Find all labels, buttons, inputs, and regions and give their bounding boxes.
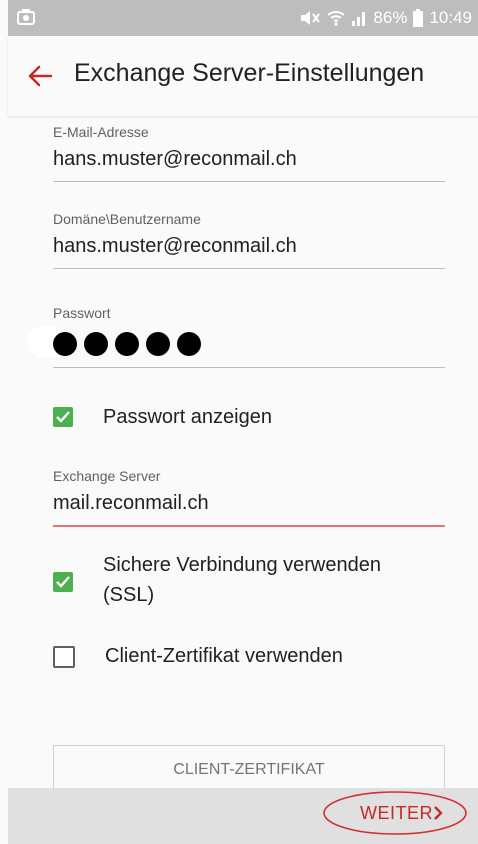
bottom-bar: WEITER (8, 788, 478, 844)
ssl-checkbox[interactable] (53, 572, 73, 592)
page-title: Exchange Server-Einstellungen (74, 59, 425, 87)
email-field[interactable]: E-Mail-Adresse hans.muster@reconmail.ch (53, 124, 445, 182)
battery-percent: 86% (373, 8, 408, 27)
signal-icon (351, 10, 367, 26)
password-dot (146, 332, 170, 356)
chevron-right-icon (434, 806, 443, 820)
client-cert-checkbox[interactable] (53, 646, 75, 668)
username-field[interactable]: Domäne\Benutzername hans.muster@reconmai… (53, 211, 445, 269)
email-underline (53, 181, 445, 182)
clock: 10:49 (429, 8, 472, 27)
back-arrow-icon[interactable] (26, 62, 54, 90)
password-input[interactable] (27, 325, 445, 359)
mute-icon (299, 9, 321, 27)
client-cert-label: Client-Zertifikat verwenden (105, 645, 343, 667)
password-dot (84, 332, 108, 356)
ssl-label: Sichere Verbindung verwenden (SSL) (103, 550, 381, 610)
password-dot (115, 332, 139, 356)
next-label: WEITER (360, 803, 433, 823)
username-input[interactable]: hans.muster@reconmail.ch (53, 235, 445, 258)
server-field[interactable]: Exchange Server mail.reconmail.ch (53, 468, 445, 527)
show-password-row[interactable]: Passwort anzeigen (53, 402, 272, 432)
username-label: Domäne\Benutzername (53, 211, 201, 227)
ssl-label-line1: Sichere Verbindung verwenden (103, 554, 381, 576)
password-underline (53, 367, 445, 368)
wifi-icon (327, 9, 346, 27)
ssl-label-line2: (SSL) (103, 584, 155, 606)
settings-form: E-Mail-Adresse hans.muster@reconmail.ch … (8, 116, 478, 788)
email-input[interactable]: hans.muster@reconmail.ch (53, 148, 445, 171)
battery-icon (413, 9, 424, 27)
app-bar: Exchange Server-Einstellungen (8, 36, 478, 116)
server-label: Exchange Server (53, 468, 161, 484)
client-certificate-button[interactable]: CLIENT-ZERTIFIKAT (53, 745, 445, 788)
notification-icon (17, 9, 35, 25)
checkmark-icon (56, 411, 70, 423)
show-password-label: Passwort anzeigen (103, 406, 272, 428)
server-underline (53, 525, 445, 527)
password-label: Passwort (53, 305, 111, 321)
email-label: E-Mail-Adresse (53, 124, 149, 140)
password-dot (177, 332, 201, 356)
client-cert-row[interactable]: Client-Zertifikat verwenden (53, 641, 343, 671)
password-dot (53, 332, 77, 356)
next-button[interactable]: WEITER (322, 790, 468, 836)
ssl-row[interactable]: Sichere Verbindung verwenden (SSL) (53, 550, 381, 610)
server-input[interactable]: mail.reconmail.ch (53, 492, 445, 515)
status-bar: 86% 10:49 (8, 0, 478, 36)
username-underline (53, 268, 445, 269)
checkmark-icon (56, 576, 70, 588)
show-password-checkbox[interactable] (53, 407, 73, 427)
password-field[interactable]: Passwort (27, 305, 445, 368)
